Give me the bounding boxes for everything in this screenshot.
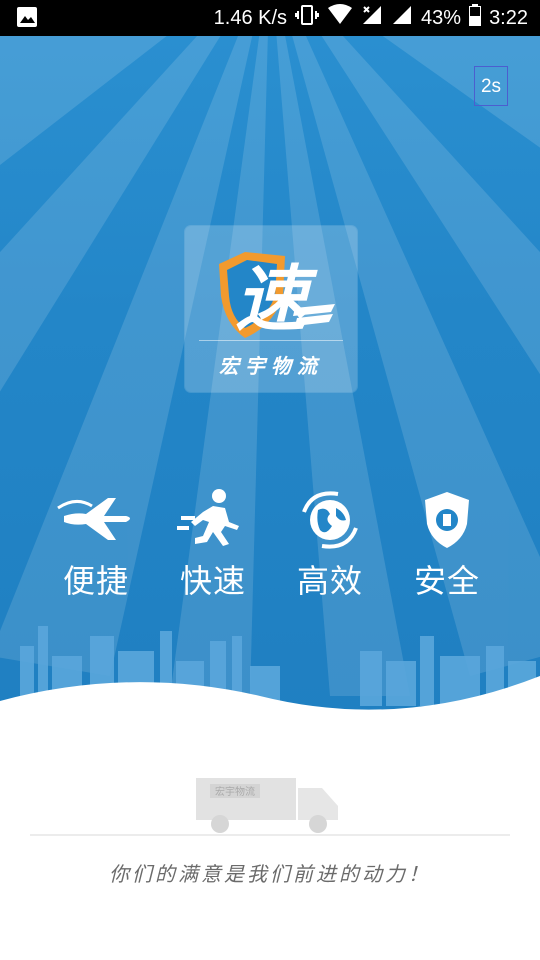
wifi-icon	[327, 4, 353, 32]
battery-icon	[469, 4, 482, 32]
delivery-truck-illustration: 宏宇物流	[196, 778, 338, 833]
logo-caption: 宏宇物流	[219, 354, 323, 378]
feature-label: 安全	[413, 562, 480, 600]
feature-label: 便捷	[62, 562, 129, 600]
splash-screen[interactable]: 2s 速 宏宇物流 便捷 快速 高效 安全 宏宇物流 你们的满意是我们前进的动力…	[0, 36, 540, 960]
skip-countdown-button[interactable]: 2s	[474, 66, 508, 106]
slogan-text: 你们的满意是我们前进的动力！	[109, 862, 431, 886]
svg-text:速: 速	[235, 257, 318, 341]
signal-icon	[391, 4, 413, 32]
feature-efficient: 高效	[275, 486, 385, 602]
feature-fast: 快速	[158, 486, 268, 602]
logo-mark-icon: 速	[219, 252, 335, 341]
feature-label: 高效	[296, 562, 363, 600]
clock: 3:22	[489, 6, 528, 29]
signal-x-icon	[361, 4, 383, 32]
feature-secure: 安全	[392, 486, 502, 602]
vibrate-icon	[295, 4, 320, 32]
feature-label: 快速	[179, 562, 246, 600]
status-bar: 1.46 K/s 43% 3:22	[0, 0, 540, 36]
battery-percent: 43%	[421, 6, 462, 29]
app-logo: 速 宏宇物流	[185, 226, 357, 392]
globe-icon	[302, 491, 358, 549]
running-courier-icon	[177, 489, 239, 546]
shield-icon	[425, 492, 469, 548]
network-speed: 1.46 K/s	[213, 6, 288, 29]
ground-line	[30, 834, 510, 836]
image-notification-icon	[16, 6, 38, 34]
logo-divider	[199, 340, 343, 341]
svg-text:宏宇物流: 宏宇物流	[215, 785, 255, 798]
hero-banner: 2s 速 宏宇物流 便捷 快速 高效 安全	[0, 36, 540, 736]
app-screen: 1.46 K/s 43% 3:22 2s 速 宏宇物流 便捷 快速 高效 安全 …	[0, 0, 540, 960]
airplane-icon	[57, 498, 130, 540]
feature-convenient: 便捷	[41, 486, 151, 602]
